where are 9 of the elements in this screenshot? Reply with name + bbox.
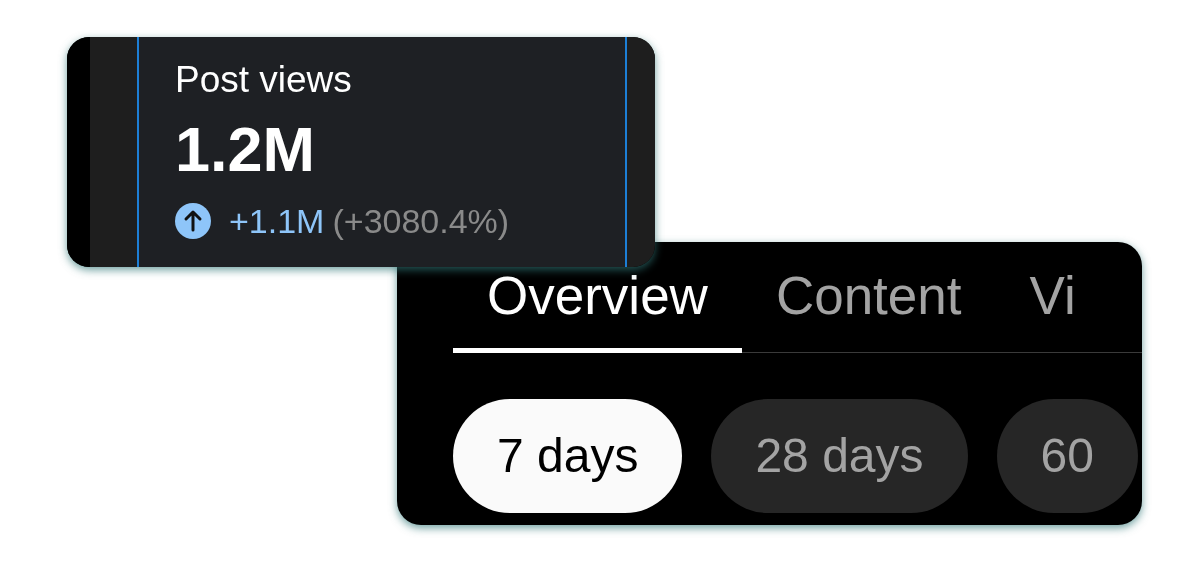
tab[interactable]: Content xyxy=(741,269,996,353)
range-pill[interactable]: 28 days xyxy=(711,399,968,513)
stat-label: Post views xyxy=(175,61,352,98)
change-value: +1.1M xyxy=(229,204,325,238)
range-pill[interactable]: 60 xyxy=(996,399,1138,513)
change-percent: (+3080.4%) xyxy=(332,204,510,238)
stat-value: 1.2M xyxy=(175,118,316,181)
tab[interactable]: Vi xyxy=(995,269,1110,353)
range-pill[interactable]: 7 days xyxy=(453,399,683,513)
